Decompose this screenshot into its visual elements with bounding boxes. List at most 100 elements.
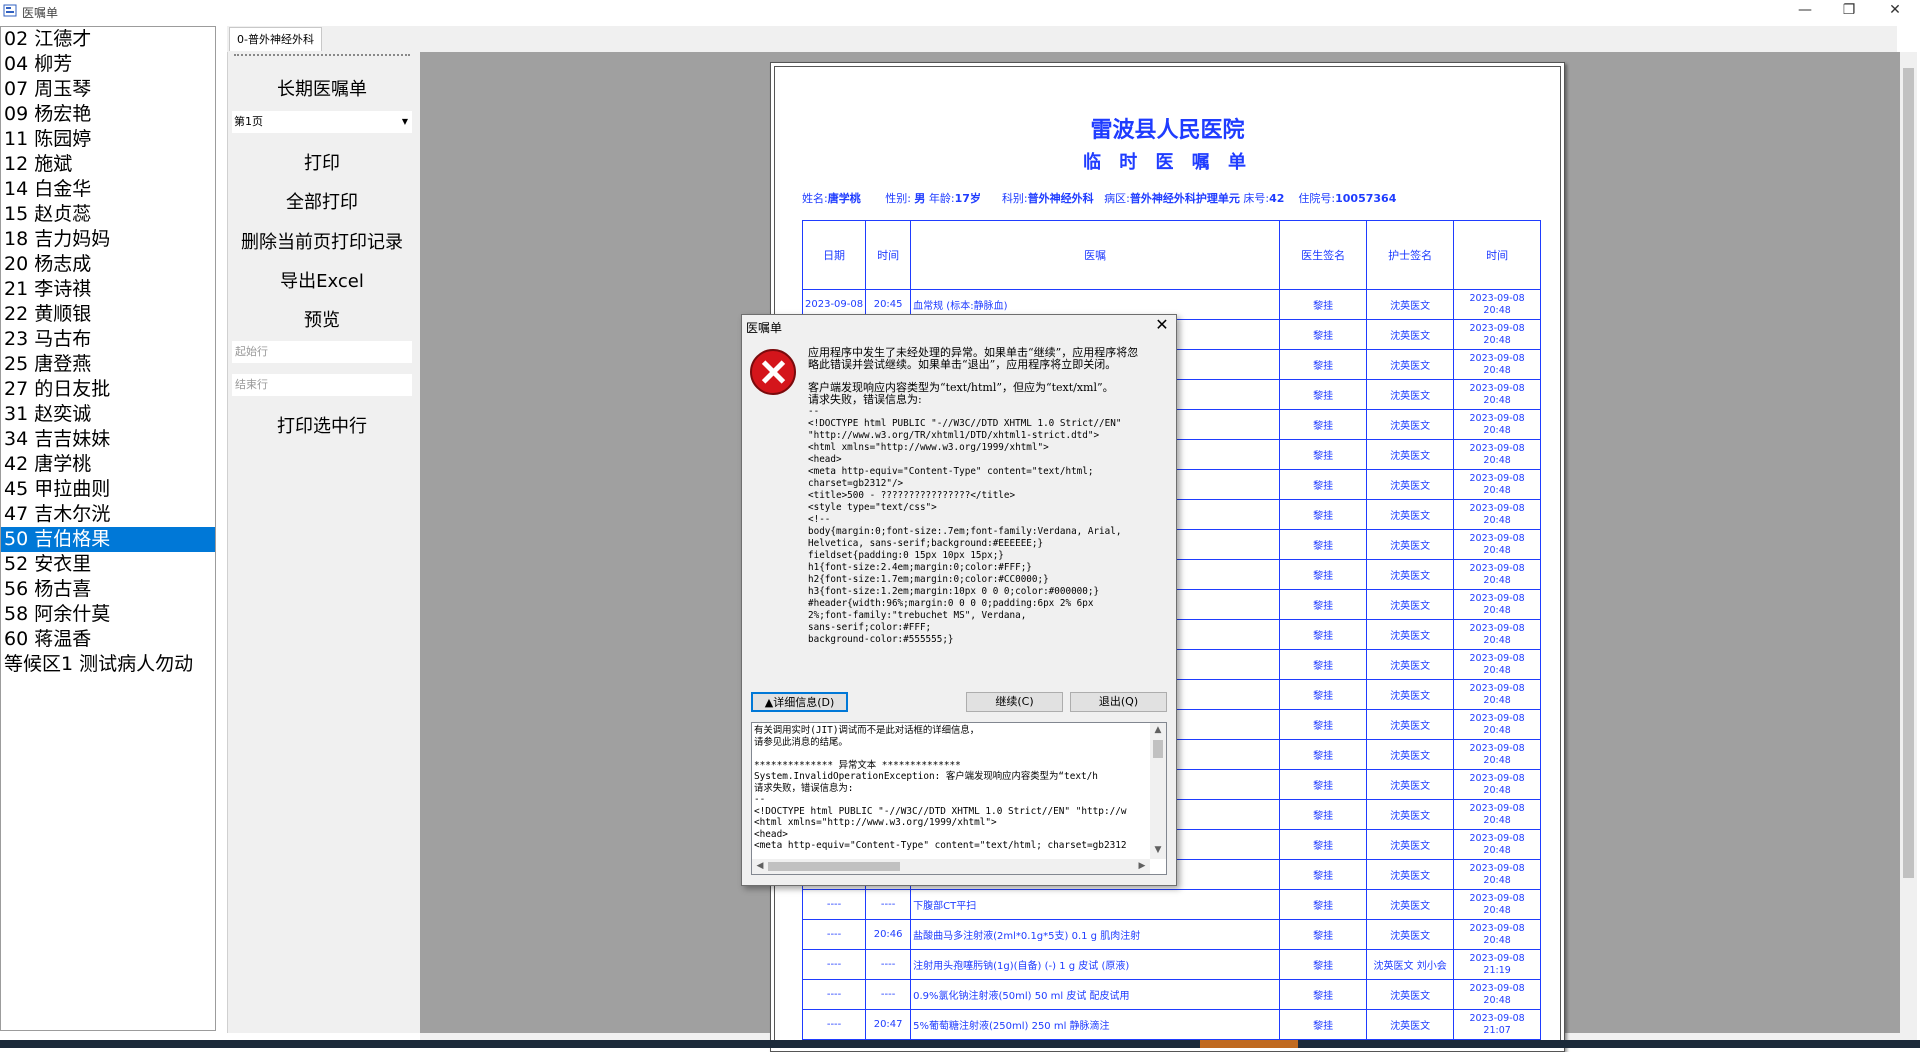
long-term-order-button[interactable]: 长期医嘱单 [232, 75, 412, 101]
doctor-signature: 黎挂 [1279, 379, 1368, 410]
scroll-left-icon[interactable]: ◀ [752, 859, 768, 874]
execution-clock: 20:48 [1483, 814, 1511, 826]
execution-clock: 20:48 [1483, 604, 1511, 616]
bed-label: 床号: [1243, 192, 1270, 205]
tab-department[interactable]: 0-普外神经外科 [229, 27, 322, 51]
patient-list-item[interactable]: 07 周玉琴 [1, 77, 215, 102]
restore-button[interactable]: ❐ [1826, 0, 1872, 22]
page-select[interactable]: 第1页 ▼ [232, 111, 412, 133]
doctor-signature: 黎挂 [1279, 709, 1368, 740]
patient-list-item[interactable]: 52 安衣里 [1, 552, 215, 577]
start-row-input[interactable]: 起始行 [232, 341, 412, 363]
execution-date: 2023-09-08 [1469, 682, 1525, 694]
patient-list-item[interactable]: 23 马古布 [1, 327, 215, 352]
scrollbar-thumb[interactable] [768, 862, 900, 871]
patient-list-item[interactable]: 45 甲拉曲则 [1, 477, 215, 502]
details-button[interactable]: ▲详细信息(D) [751, 692, 848, 712]
table-row: ---- ---- 下腹部CT平扫 黎挂 沈英医文 2023-09-08 20:48 [801, 889, 1542, 920]
column-header: 时间 [865, 220, 912, 290]
doctor-signature: 黎挂 [1279, 829, 1368, 860]
patient-list-item[interactable]: 04 柳芳 [1, 52, 215, 77]
patient-list-item[interactable]: 50 吉伯格果 [1, 527, 215, 552]
tab-strip [227, 26, 1897, 53]
execution-clock: 20:48 [1483, 874, 1511, 886]
app-icon [3, 4, 17, 17]
patient-list-item[interactable]: 14 白金华 [1, 177, 215, 202]
order-content: 0.9%氯化钠注射液(50ml) 50 ml 皮试 配皮试用 [910, 979, 1281, 1010]
patient-list-item[interactable]: 56 杨古喜 [1, 577, 215, 602]
doctor-signature: 黎挂 [1279, 1009, 1368, 1040]
execution-clock: 20:48 [1483, 694, 1511, 706]
name-label: 姓名: [802, 192, 828, 205]
details-textbox[interactable]: 有关调用实时(JIT)调试而不是此对话框的详细信息， 请参见此消息的结尾。 **… [751, 722, 1167, 875]
patient-list-item[interactable]: 27 的日友批 [1, 377, 215, 402]
execution-time: 2023-09-08 21:07 [1453, 1009, 1542, 1040]
patient-list-item[interactable]: 15 赵贞蕊 [1, 202, 215, 227]
scroll-up-icon[interactable]: ▲ [1150, 723, 1166, 738]
patient-list-item[interactable]: 12 施斌 [1, 152, 215, 177]
print-button[interactable]: 打印 [232, 149, 412, 175]
patient-list-item[interactable]: 02 江德才 [1, 27, 215, 52]
patient-list-item[interactable]: 25 唐登燕 [1, 352, 215, 377]
minimize-button[interactable]: — [1782, 0, 1828, 22]
patient-list-item[interactable]: 11 陈园婷 [1, 127, 215, 152]
nurse-signature: 沈英医文 [1366, 919, 1455, 950]
patient-list-item[interactable]: 21 李诗祺 [1, 277, 215, 302]
execution-date: 2023-09-08 [1469, 382, 1525, 394]
execution-clock: 20:48 [1483, 994, 1511, 1006]
patient-list-item[interactable]: 31 赵奕诚 [1, 402, 215, 427]
doctor-signature: 黎挂 [1279, 739, 1368, 770]
patient-list-item[interactable]: 47 吉木尔洸 [1, 502, 215, 527]
admission-number: 10057364 [1335, 192, 1397, 205]
scrollbar-thumb[interactable] [1153, 740, 1163, 758]
dialog-message: 应用程序中发生了未经处理的异常。如果单击“继续”，应用程序将忽略此错误并尝试继续… [808, 347, 1146, 646]
dialog-close-button[interactable]: ✕ [1152, 316, 1172, 336]
delete-print-record-button[interactable]: 删除当前页打印记录 [232, 228, 412, 254]
scroll-down-icon[interactable]: ▼ [1150, 843, 1166, 858]
order-date: ---- [801, 949, 867, 980]
quit-button[interactable]: 退出(Q) [1070, 692, 1167, 712]
patient-list-item[interactable]: 58 阿余什莫 [1, 602, 215, 627]
close-window-button[interactable]: ✕ [1872, 0, 1918, 22]
execution-clock: 21:19 [1483, 964, 1511, 976]
chevron-down-icon: ▼ [401, 117, 408, 126]
patient-sex: 男 [914, 192, 926, 205]
patient-list-item[interactable]: 22 黄顺银 [1, 302, 215, 327]
execution-date: 2023-09-08 [1469, 412, 1525, 424]
execution-date: 2023-09-08 [1469, 532, 1525, 544]
print-all-button[interactable]: 全部打印 [232, 188, 412, 214]
nurse-signature: 沈英医文 [1366, 769, 1455, 800]
patient-list-item[interactable]: 09 杨宏艳 [1, 102, 215, 127]
execution-time: 2023-09-08 20:48 [1453, 499, 1542, 530]
preview-button[interactable]: 预览 [232, 306, 412, 332]
title-bar: 医嘱单 — ❐ ✕ [0, 0, 1920, 22]
patient-list-item[interactable]: 20 杨志成 [1, 252, 215, 277]
admission-label: 住院号: [1298, 192, 1336, 205]
nurse-signature: 沈英医文 [1366, 349, 1455, 380]
patient-list-item[interactable]: 18 吉力妈妈 [1, 227, 215, 252]
patient-list-item[interactable]: 60 蒋温香 [1, 627, 215, 652]
nurse-signature: 沈英医文 [1366, 439, 1455, 470]
continue-button[interactable]: 继续(C) [966, 692, 1063, 712]
patient-list[interactable]: 02 江德才 04 柳芳 07 周玉琴 09 杨宏艳 11 陈园婷 12 施斌 14 白金华… [0, 26, 216, 1031]
scrollbar-thumb[interactable] [1903, 68, 1914, 878]
execution-clock: 20:48 [1483, 844, 1511, 856]
nurse-signature: 沈英医文 刘小会 [1366, 949, 1455, 980]
patient-bed: 42 [1269, 192, 1285, 205]
scroll-right-icon[interactable]: ▶ [1134, 859, 1150, 874]
doctor-signature: 黎挂 [1279, 649, 1368, 680]
page-select-value: 第1页 [234, 115, 263, 128]
patient-list-item[interactable]: 34 吉吉妹妹 [1, 427, 215, 452]
order-date: ---- [801, 919, 867, 950]
doctor-signature: 黎挂 [1279, 769, 1368, 800]
print-selected-button[interactable]: 打印选中行 [232, 412, 412, 438]
execution-time: 2023-09-08 20:48 [1453, 709, 1542, 740]
patient-list-item[interactable]: 42 唐学桃 [1, 452, 215, 477]
patient-list-item[interactable]: 等候区1 测试病人勿动 [1, 652, 215, 677]
order-date: ---- [801, 979, 867, 1010]
export-excel-button[interactable]: 导出Excel [232, 267, 412, 293]
doctor-signature: 黎挂 [1279, 439, 1368, 470]
request-failed-message: 请求失败，错误信息为: [808, 393, 922, 406]
taskbar-active-app[interactable] [1200, 1040, 1298, 1048]
end-row-input[interactable]: 结束行 [232, 374, 412, 396]
